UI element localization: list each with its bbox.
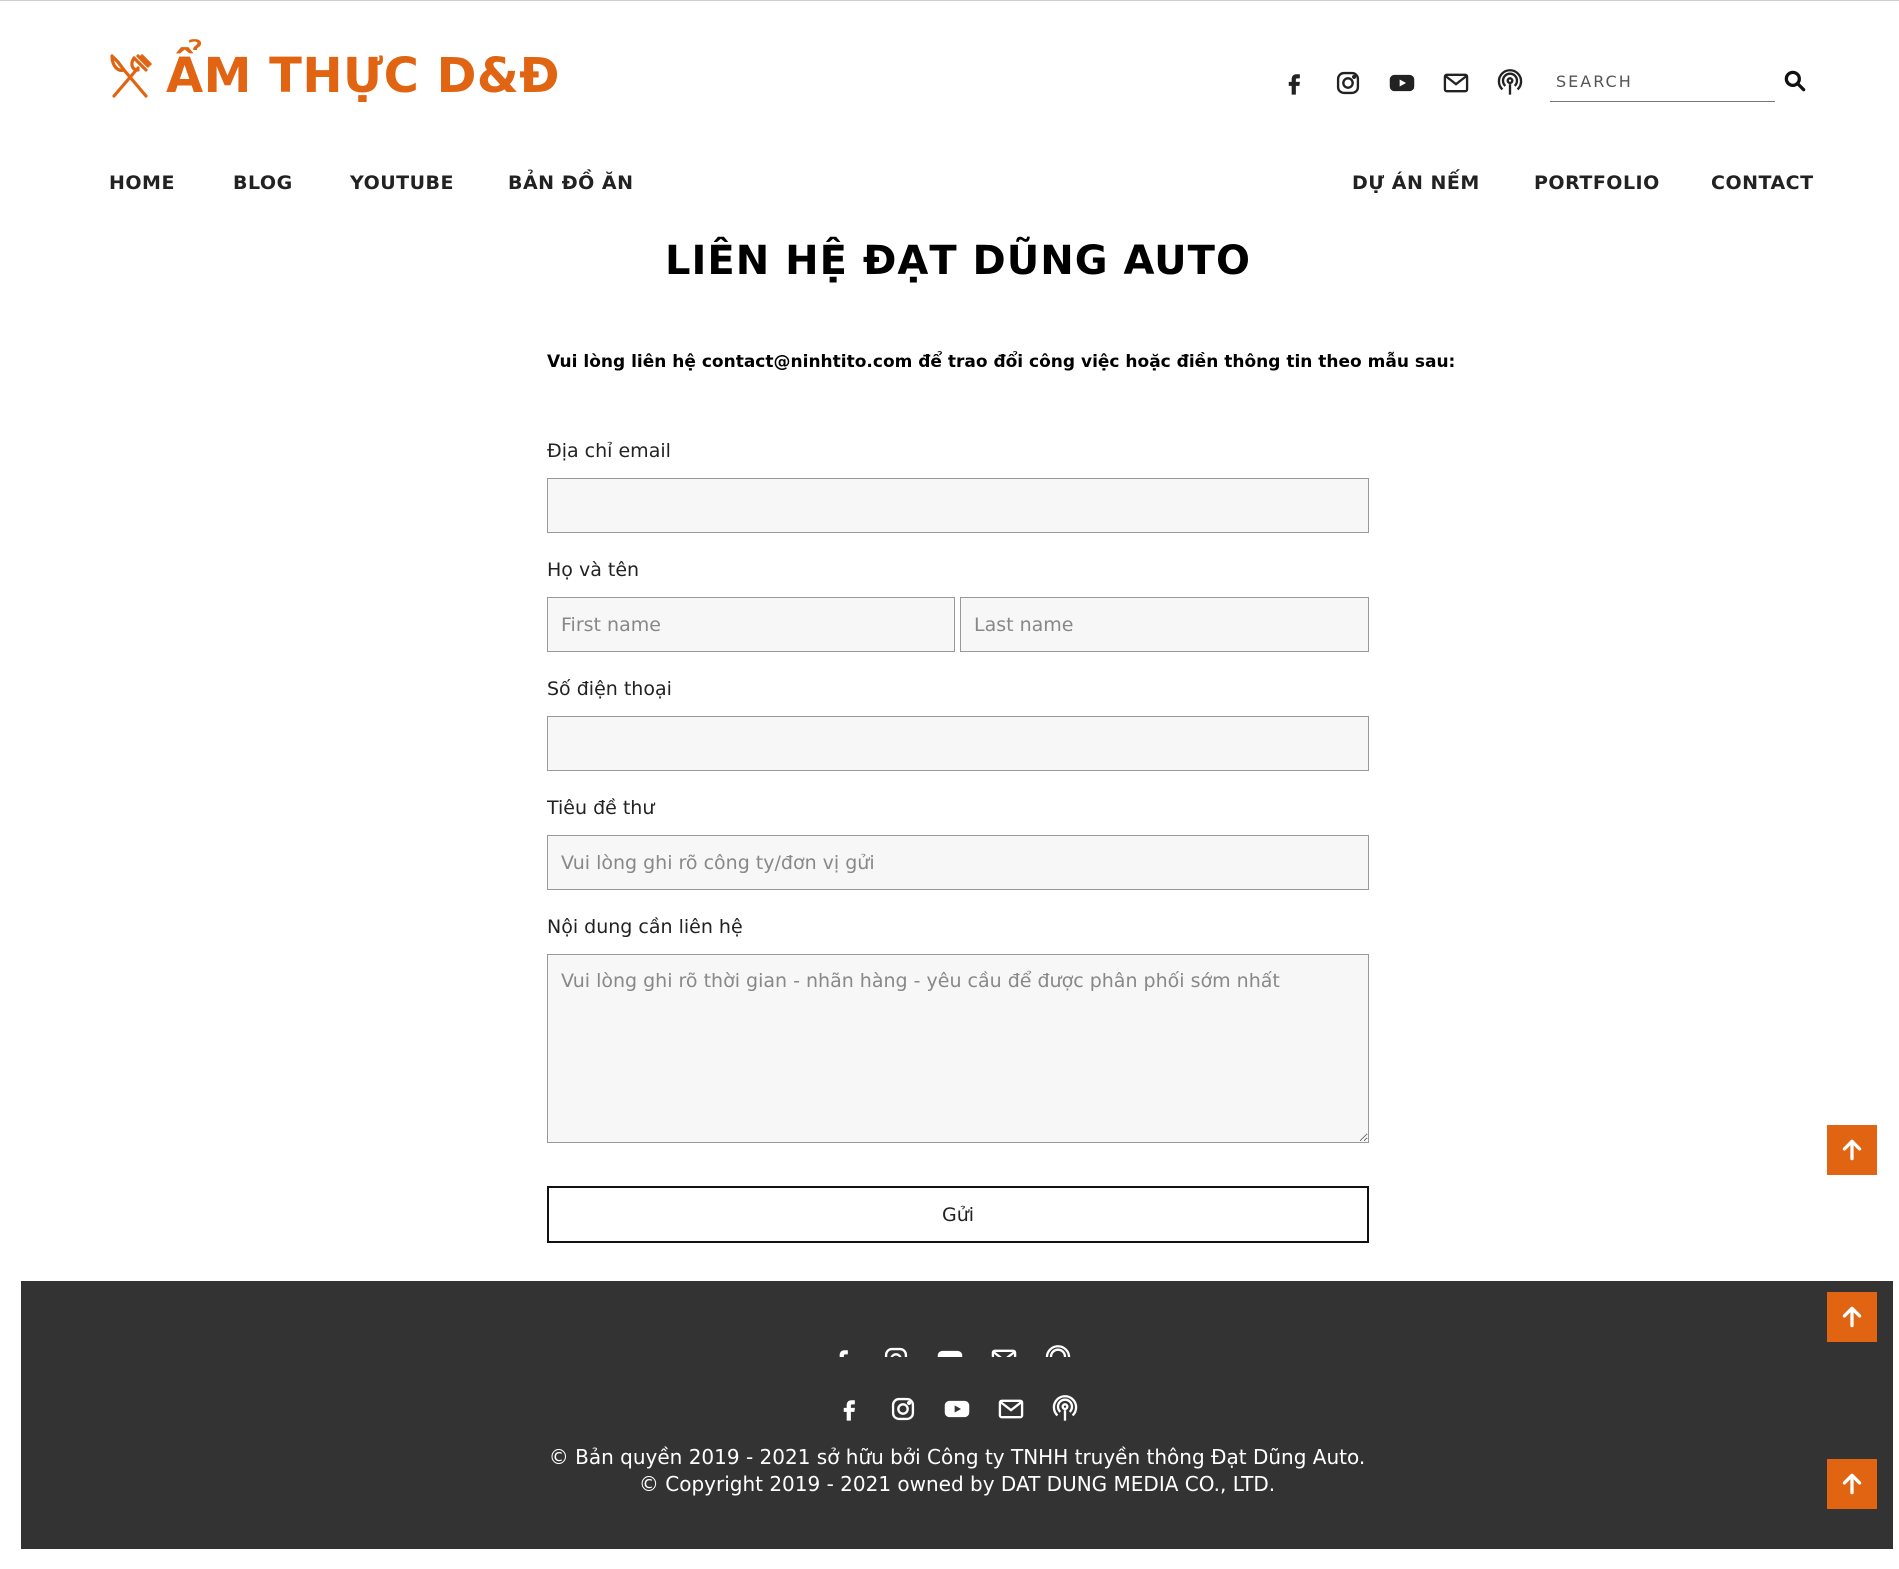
mail-icon[interactable]	[995, 1393, 1027, 1425]
nav-blog[interactable]: BLOG	[233, 172, 293, 194]
mail-icon[interactable]	[988, 1343, 1020, 1357]
nav-contact[interactable]: CONTACT	[1711, 172, 1814, 194]
arrow-up-icon	[1842, 1473, 1862, 1495]
search-input[interactable]	[1550, 62, 1775, 102]
back-to-top-button[interactable]	[1827, 1292, 1877, 1342]
last-name-field[interactable]	[960, 597, 1369, 652]
main-nav: HOME BLOG YOUTUBE BẢN ĐỒ ĂN DỰ ÁN NẾM PO…	[109, 172, 1813, 202]
podcast-icon[interactable]	[1494, 67, 1526, 99]
back-to-top-button[interactable]	[1827, 1459, 1877, 1509]
footer-social-links-clipped	[21, 1343, 1893, 1357]
nav-home[interactable]: HOME	[109, 172, 175, 194]
message-field[interactable]	[547, 954, 1369, 1143]
arrow-up-icon	[1842, 1306, 1862, 1328]
copyright-en: © Copyright 2019 - 2021 owned by DAT DUN…	[638, 1472, 1276, 1496]
header-social-links	[1278, 67, 1526, 99]
site-logo[interactable]: ẨM THỰC D&Đ	[108, 52, 560, 100]
site-name: ẨM THỰC D&Đ	[166, 48, 560, 104]
nav-du-an-nem[interactable]: DỰ ÁN NẾM	[1352, 172, 1480, 194]
email-label: Địa chỉ email	[547, 440, 671, 462]
subject-label: Tiêu đề thư	[547, 797, 655, 819]
facebook-icon[interactable]	[826, 1343, 858, 1357]
site-footer: © Bản quyền 2019 - 2021 sở hữu bởi Công …	[21, 1281, 1893, 1549]
nav-ban-do-an[interactable]: BẢN ĐỒ ĂN	[508, 172, 634, 194]
instagram-icon[interactable]	[880, 1343, 912, 1357]
nav-portfolio[interactable]: PORTFOLIO	[1534, 172, 1660, 194]
search-icon[interactable]	[1782, 68, 1808, 94]
youtube-icon[interactable]	[934, 1343, 966, 1357]
page-title: LIÊN HỆ ĐẠT DŨNG AUTO	[665, 238, 1251, 284]
submit-button[interactable]: Gửi	[547, 1186, 1369, 1243]
youtube-icon[interactable]	[1386, 67, 1418, 99]
back-to-top-button[interactable]	[1827, 1125, 1877, 1175]
nav-youtube[interactable]: YOUTUBE	[350, 172, 454, 194]
email-field[interactable]	[547, 478, 1369, 533]
arrow-up-icon	[1842, 1139, 1862, 1161]
message-label: Nội dung cần liên hệ	[547, 916, 743, 938]
phone-label: Số điện thoại	[547, 678, 672, 700]
footer-social-links	[21, 1393, 1893, 1425]
site-header: ẨM THỰC D&Đ HOME BLOG YOUTUBE BẢN ĐỒ ĂN …	[0, 0, 1899, 230]
mail-icon[interactable]	[1440, 67, 1472, 99]
podcast-icon[interactable]	[1042, 1343, 1074, 1357]
facebook-icon[interactable]	[1278, 67, 1310, 99]
subject-field[interactable]	[547, 835, 1369, 890]
instagram-icon[interactable]	[1332, 67, 1364, 99]
facebook-icon[interactable]	[833, 1393, 865, 1425]
first-name-field[interactable]	[547, 597, 955, 652]
copyright-vi: © Bản quyền 2019 - 2021 sở hữu bởi Công …	[548, 1445, 1366, 1469]
fork-knife-icon	[110, 54, 152, 98]
search-box	[1550, 62, 1808, 104]
contact-intro: Vui lòng liên hệ contact@ninhtito.com để…	[547, 352, 1456, 372]
podcast-icon[interactable]	[1049, 1393, 1081, 1425]
name-label: Họ và tên	[547, 559, 640, 581]
phone-field[interactable]	[547, 716, 1369, 771]
instagram-icon[interactable]	[887, 1393, 919, 1425]
youtube-icon[interactable]	[941, 1393, 973, 1425]
